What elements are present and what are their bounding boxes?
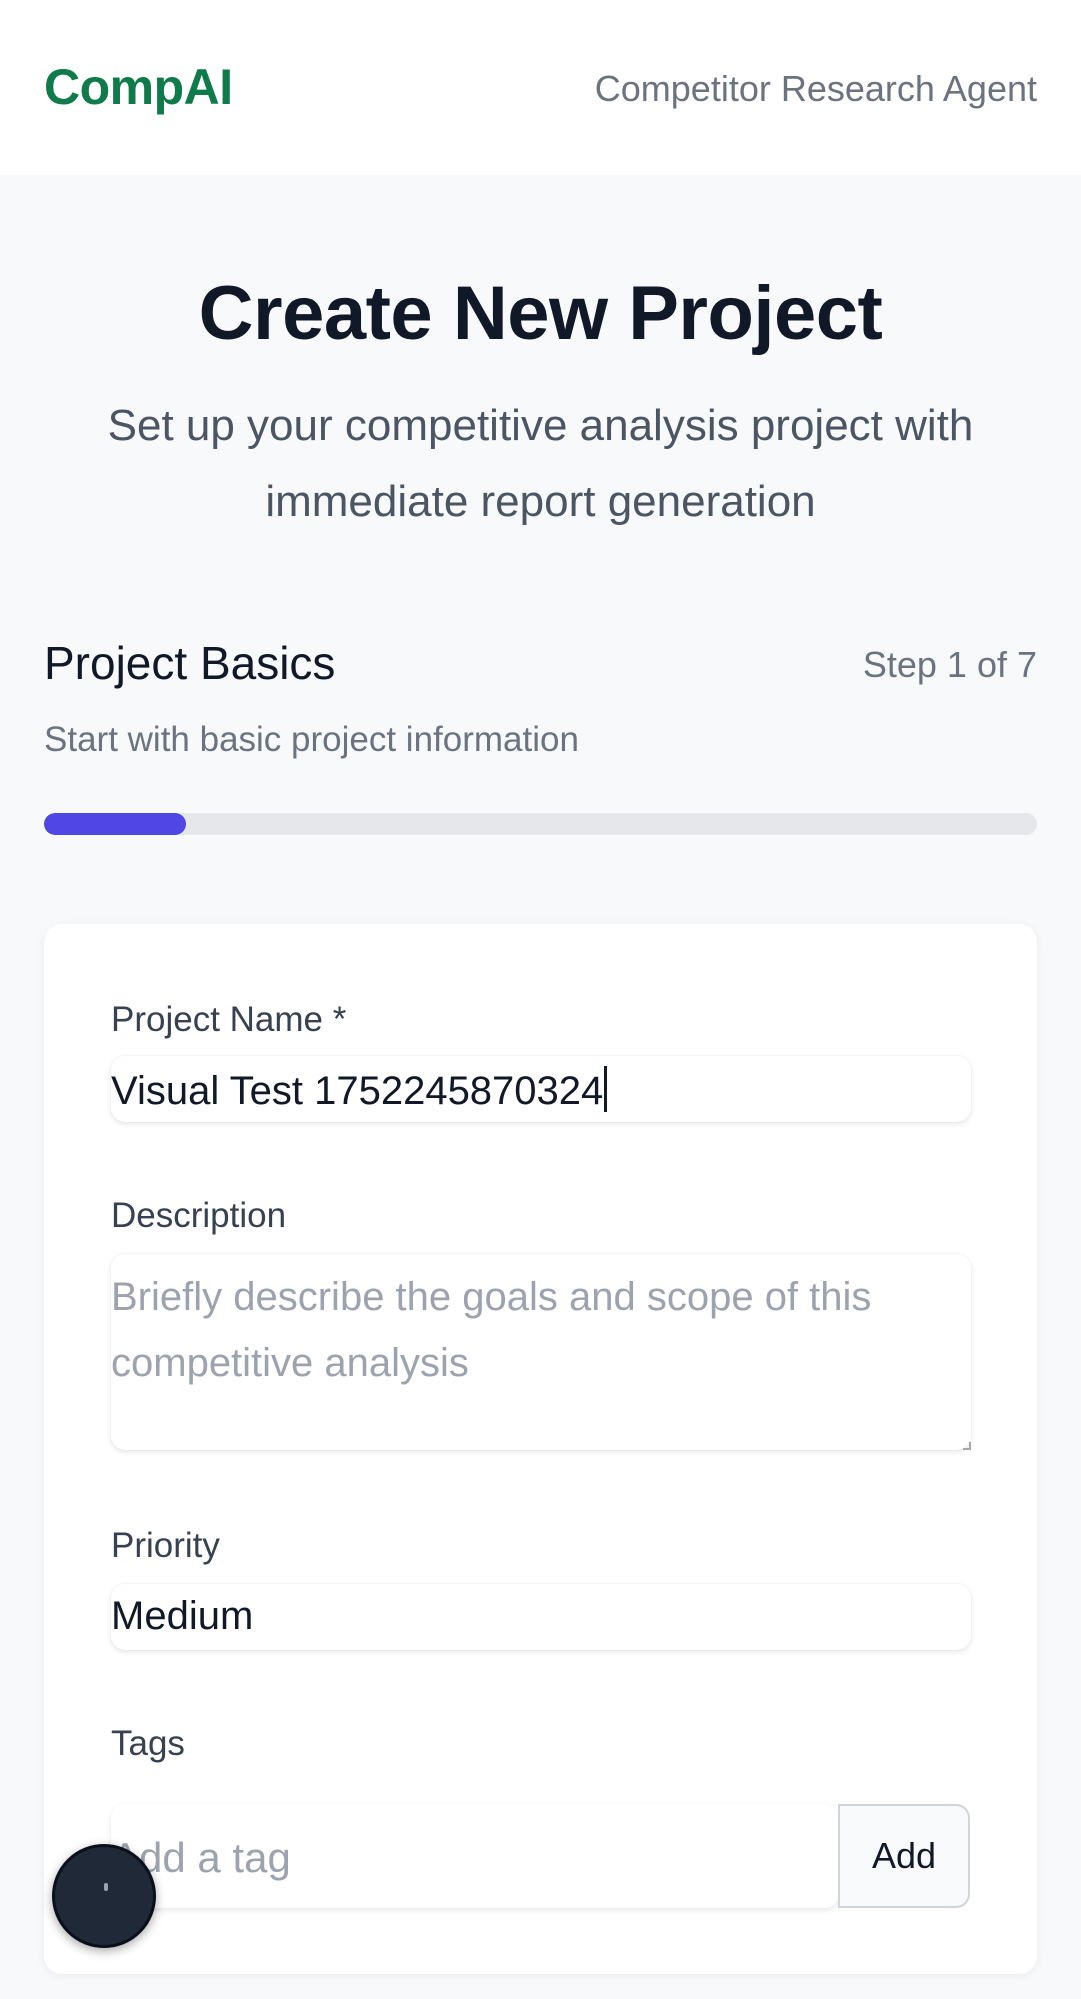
brand-logo[interactable]: CompAI	[44, 58, 233, 116]
description-textarea[interactable]: Briefly describe the goals and scope of …	[111, 1254, 971, 1450]
tag-input[interactable]: Add a tag	[111, 1804, 839, 1908]
tags-label: Tags	[111, 1724, 185, 1763]
description-placeholder: Briefly describe the goals and scope of …	[111, 1275, 872, 1385]
dot-icon	[104, 1883, 108, 1891]
step-progress-bar	[44, 813, 1037, 835]
priority-selected-value: Medium	[111, 1594, 254, 1638]
step-progress-fill	[44, 813, 186, 835]
description-label: Description	[111, 1196, 287, 1235]
priority-select[interactable]: Medium	[111, 1584, 971, 1650]
header-subtitle: Competitor Research Agent	[594, 68, 1037, 109]
project-name-label: Project Name *	[111, 1000, 347, 1039]
text-caret	[604, 1066, 608, 1112]
add-tag-button[interactable]: Add	[838, 1804, 970, 1908]
page-title: Create New Project	[198, 271, 883, 356]
step-counter: Step 1 of 7	[862, 644, 1037, 685]
floating-action-button[interactable]	[52, 1844, 156, 1948]
page-subtitle: Set up your competitive analysis project…	[107, 401, 974, 526]
resize-handle-icon[interactable]	[963, 1442, 971, 1450]
step-title: Project Basics	[44, 637, 336, 689]
step-description: Start with basic project information	[44, 720, 579, 759]
project-name-input[interactable]: Visual Test 1752245870324	[111, 1056, 971, 1122]
priority-label: Priority	[111, 1526, 220, 1565]
app-header: CompAI Competitor Research Agent	[0, 0, 1081, 175]
project-name-value: Visual Test 1752245870324	[111, 1069, 604, 1113]
